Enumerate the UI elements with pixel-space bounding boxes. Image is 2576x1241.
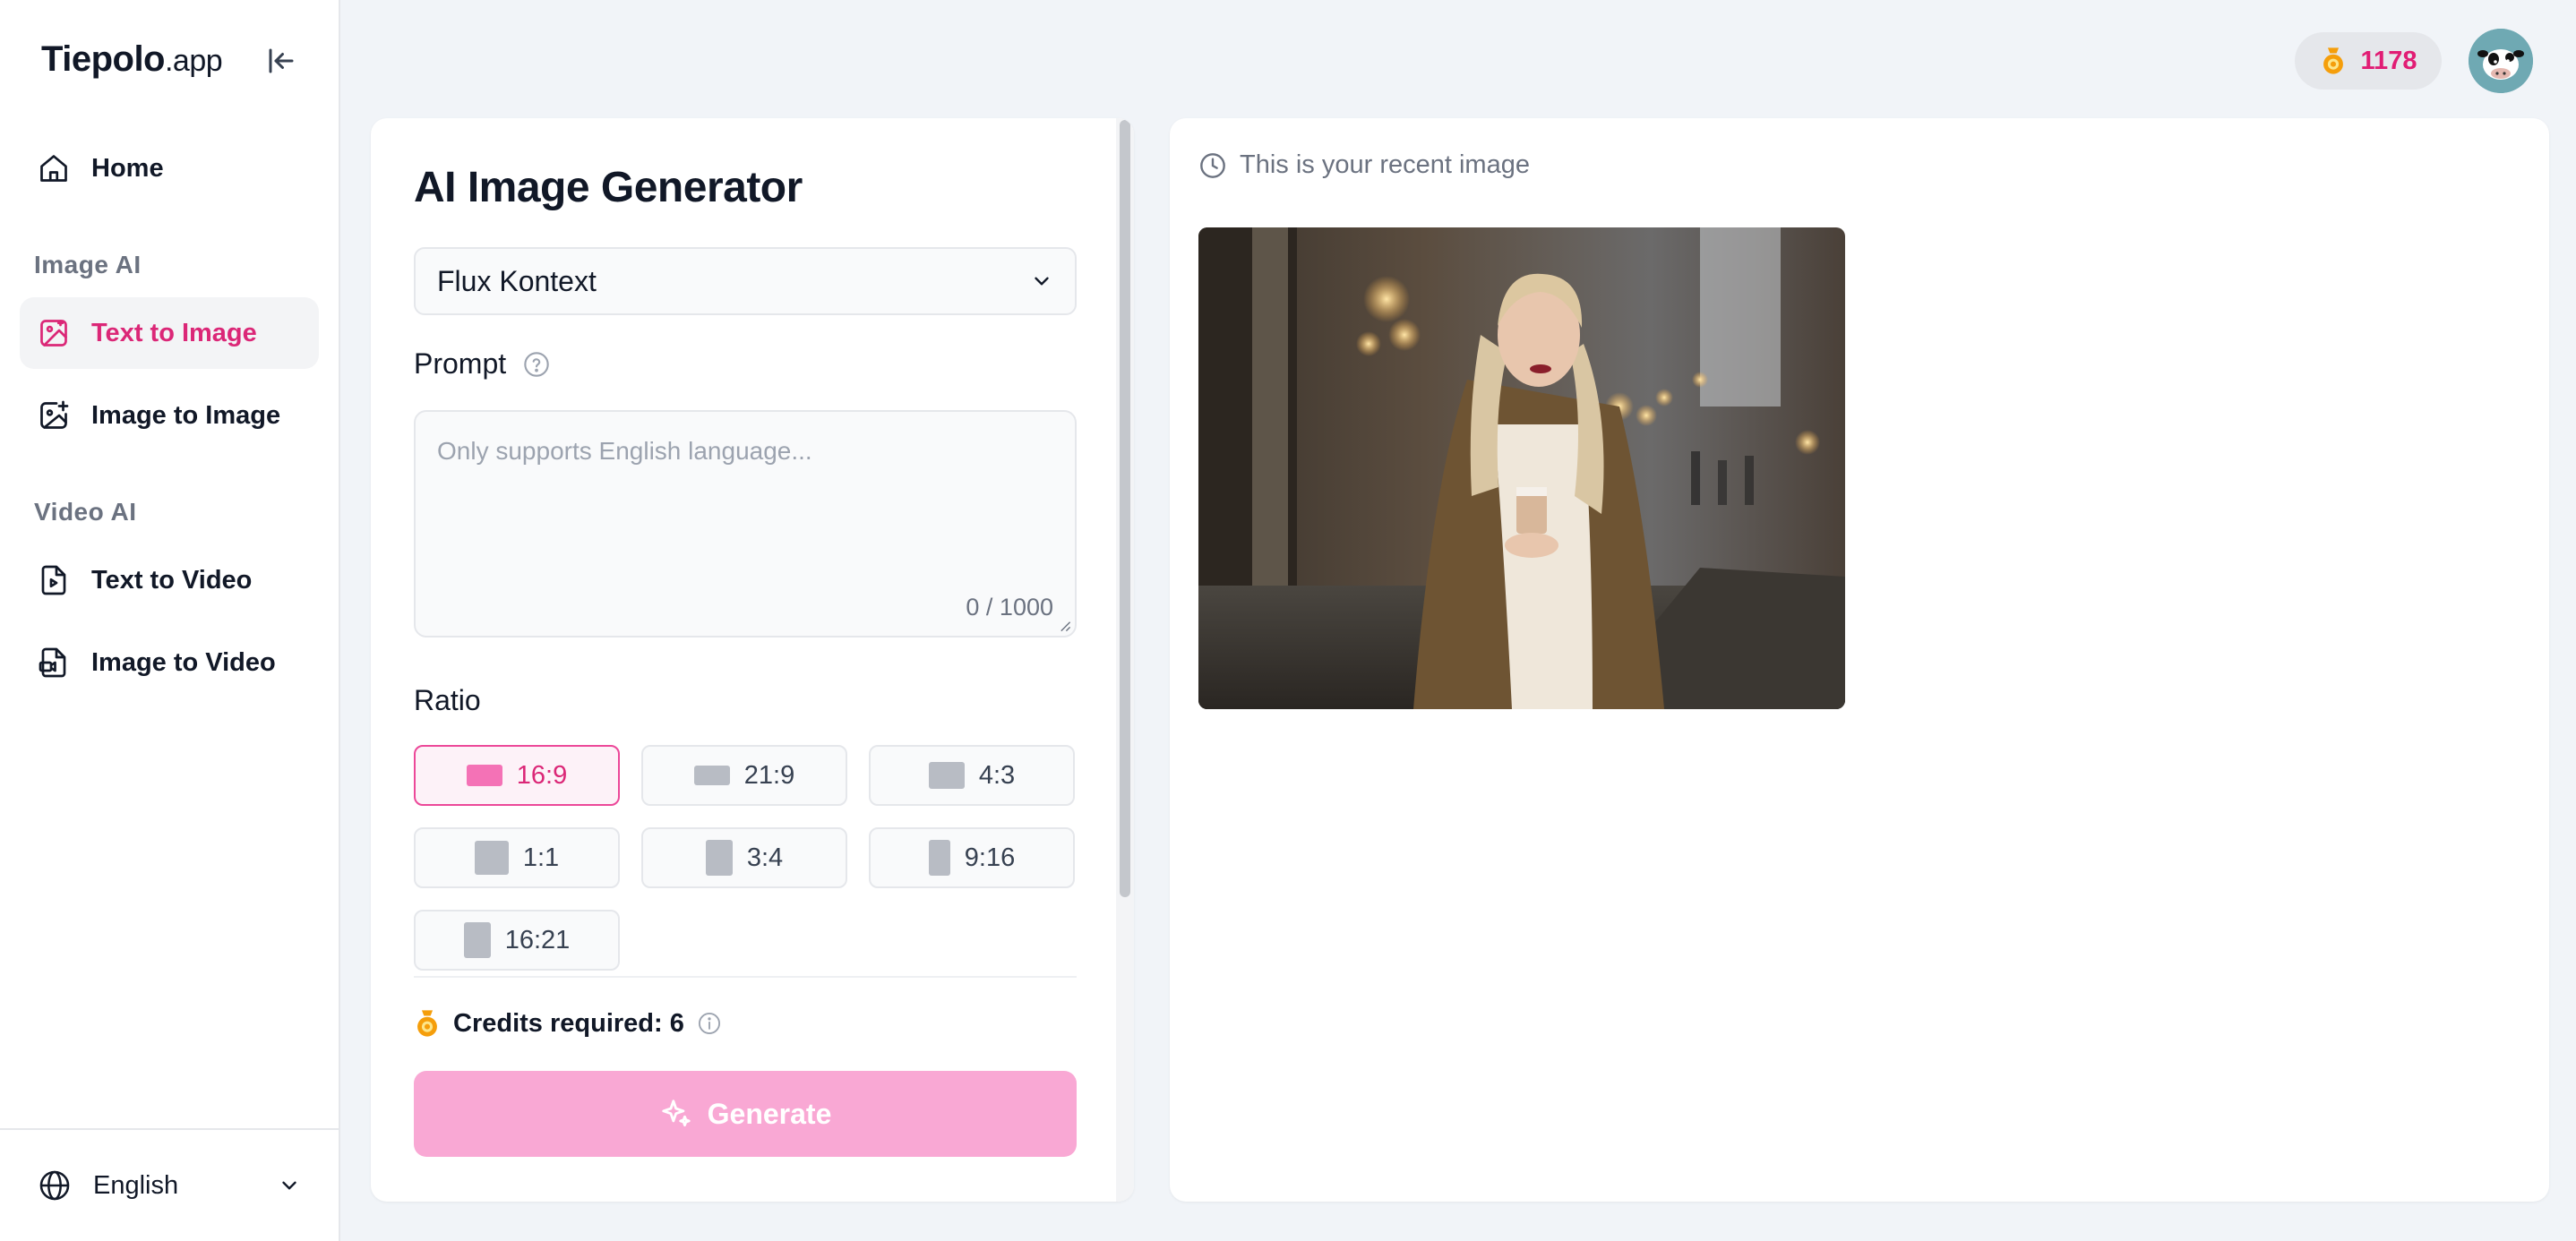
generate-button[interactable]: Generate <box>414 1071 1077 1157</box>
prompt-input[interactable]: Only supports English language... 0 / 10… <box>414 410 1077 638</box>
ratio-option-label: 1:1 <box>522 843 560 872</box>
sparkle-icon <box>661 1100 691 1127</box>
ratio-option-label: 21:9 <box>743 760 795 790</box>
sidebar-item-label: Text to Video <box>91 565 253 595</box>
ratio-shape-icon <box>466 765 502 786</box>
sidebar-item-label: Home <box>91 153 164 183</box>
scrollbar-thumb[interactable] <box>1120 120 1130 897</box>
ratio-option-9-16[interactable]: 9:16 <box>869 827 1075 888</box>
help-icon[interactable] <box>522 350 551 379</box>
ratio-option-label: 9:16 <box>964 843 1016 872</box>
video-file-icon <box>41 565 66 595</box>
ratio-option-16-21[interactable]: 16:21 <box>414 910 620 971</box>
chevron-down-icon <box>1035 277 1049 286</box>
ratio-shape-icon <box>928 762 965 789</box>
image-sparkle-icon <box>40 320 67 347</box>
sidebar: Tiepolo.app Home Image AI Text to Image … <box>0 0 340 1241</box>
prompt-placeholder: Only supports English language... <box>437 437 812 465</box>
globe-icon <box>39 1170 70 1201</box>
chevron-down-icon <box>282 1181 296 1190</box>
ratio-option-label: 3:4 <box>746 843 784 872</box>
brand-suffix: .app <box>164 44 223 78</box>
cow-avatar-icon <box>2469 29 2533 93</box>
credits-count: 1178 <box>2360 46 2417 75</box>
preview-panel: This is your recent image <box>1170 118 2549 1202</box>
divider <box>414 976 1077 978</box>
section-label-video-ai: Video AI <box>34 498 137 526</box>
credits-required-text: Credits required: 6 <box>453 1008 684 1038</box>
ratio-option-21-9[interactable]: 21:9 <box>641 745 847 806</box>
generator-panel: AI Image Generator Flux Kontext Prompt O… <box>371 118 1134 1202</box>
recent-generated-image[interactable] <box>1198 227 1845 709</box>
user-avatar[interactable] <box>2469 29 2533 93</box>
ratio-option-1-1[interactable]: 1:1 <box>414 827 620 888</box>
sidebar-item-image-to-image[interactable]: Image to Image <box>20 380 319 451</box>
sidebar-item-label: Image to Video <box>91 647 276 677</box>
ratio-option-label: 4:3 <box>978 760 1016 790</box>
collapse-sidebar-icon[interactable] <box>265 45 297 77</box>
sidebar-item-label: Text to Image <box>91 318 257 347</box>
page-title: AI Image Generator <box>414 164 803 211</box>
prompt-label: Prompt <box>414 347 551 381</box>
sidebar-item-home[interactable]: Home <box>20 133 319 204</box>
ratio-option-label: 16:21 <box>504 925 571 954</box>
coin-icon <box>417 1010 437 1037</box>
street-portrait-image <box>1198 227 1845 709</box>
ratio-shape-icon <box>705 840 733 876</box>
coin-icon <box>2323 47 2343 74</box>
language-label: English <box>93 1170 179 1200</box>
ratio-shape-icon <box>928 840 950 876</box>
recent-image-text: This is your recent image <box>1240 150 1530 179</box>
credits-balance[interactable]: 1178 <box>2295 32 2442 90</box>
model-select[interactable]: Flux Kontext <box>414 247 1077 315</box>
model-select-value: Flux Kontext <box>437 264 597 297</box>
ratio-label: Ratio <box>414 684 481 716</box>
credits-required: Credits required: 6 <box>414 1008 722 1039</box>
ratio-option-16-9[interactable]: 16:9 <box>414 745 620 806</box>
ratio-shape-icon <box>474 841 509 875</box>
section-label-image-ai: Image AI <box>34 251 142 278</box>
sidebar-item-label: Image to Image <box>91 400 281 430</box>
brand-logo[interactable]: Tiepolo.app <box>41 39 223 80</box>
resize-handle-icon[interactable] <box>1059 620 1071 632</box>
ratio-shape-icon <box>463 922 491 958</box>
language-selector[interactable]: English <box>0 1128 339 1241</box>
image-plus-icon <box>40 400 69 429</box>
brand-name: Tiepolo <box>41 39 165 79</box>
home-icon <box>40 155 67 182</box>
ratio-option-4-3[interactable]: 4:3 <box>869 745 1075 806</box>
sidebar-item-text-to-video[interactable]: Text to Video <box>20 544 319 616</box>
sidebar-item-text-to-image[interactable]: Text to Image <box>20 297 319 369</box>
ratio-shape-icon <box>693 766 730 785</box>
ratio-option-label: 16:9 <box>516 760 568 790</box>
generate-button-label: Generate <box>707 1097 832 1130</box>
image-video-file-icon <box>39 647 66 678</box>
sidebar-item-image-to-video[interactable]: Image to Video <box>20 627 319 698</box>
character-counter: 0 / 1000 <box>966 594 1053 620</box>
info-icon[interactable] <box>697 1011 722 1036</box>
recent-image-label: This is your recent image <box>1198 150 1530 180</box>
panel-scrollbar[interactable] <box>1116 118 1134 1202</box>
prompt-label-text: Prompt <box>414 347 507 380</box>
ratio-option-3-4[interactable]: 3:4 <box>641 827 847 888</box>
clock-icon <box>1200 152 1225 178</box>
